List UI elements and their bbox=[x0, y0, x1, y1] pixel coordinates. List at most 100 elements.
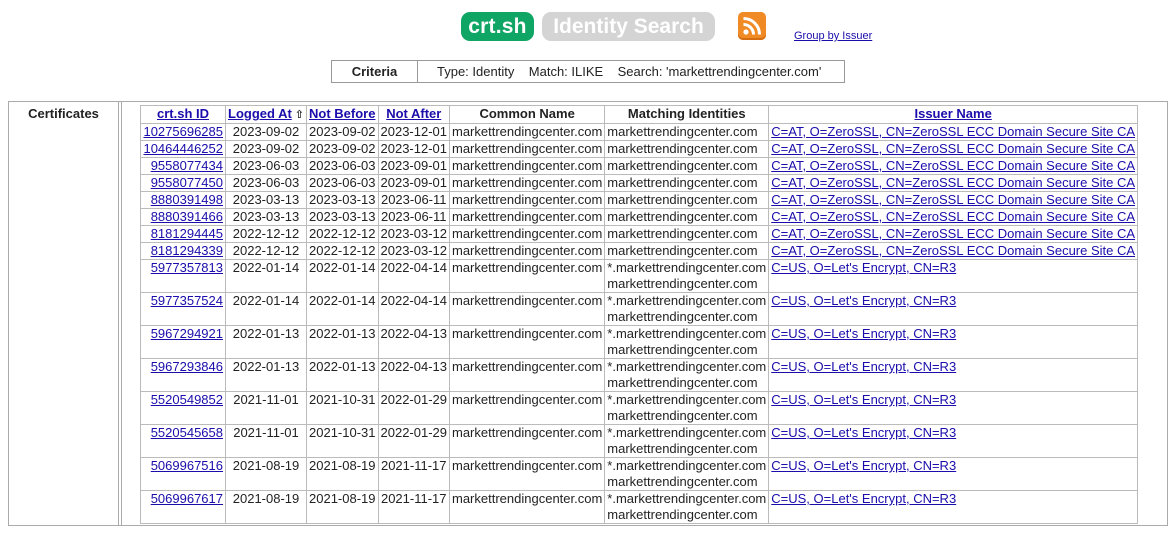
sort-by-id-link[interactable]: crt.sh ID bbox=[157, 106, 209, 121]
not-before-cell: 2022-12-12 bbox=[306, 242, 379, 260]
matching-identity: *.markettrendingcenter.com bbox=[607, 293, 767, 308]
rss-feed-icon[interactable] bbox=[738, 12, 766, 40]
cert-id-link[interactable]: 8181294445 bbox=[151, 226, 223, 241]
cert-id-link[interactable]: 10275696285 bbox=[143, 124, 223, 139]
not-before-cell: 2021-08-19 bbox=[306, 457, 379, 491]
column-header-not-after[interactable]: Not After bbox=[377, 105, 450, 124]
logged-at-cell: 2023-06-03 bbox=[225, 174, 307, 192]
matching-identities-cell: markettrendingcenter.com bbox=[604, 225, 770, 243]
matching-identity: markettrendingcenter.com bbox=[607, 158, 758, 173]
cert-id-link[interactable]: 8880391466 bbox=[151, 209, 223, 224]
issuer-link[interactable]: C=AT, O=ZeroSSL, CN=ZeroSSL ECC Domain S… bbox=[771, 226, 1135, 241]
common-name-cell: markettrendingcenter.com bbox=[448, 174, 606, 192]
cert-id-link[interactable]: 5520549852 bbox=[151, 392, 223, 407]
crtsh-logo[interactable]: crt.sh bbox=[461, 12, 534, 41]
column-header-issuer-name[interactable]: Issuer Name bbox=[768, 105, 1139, 124]
not-before-cell: 2021-10-31 bbox=[306, 391, 379, 425]
not-after-cell: 2022-04-13 bbox=[377, 325, 450, 359]
issuer-name-cell: C=AT, O=ZeroSSL, CN=ZeroSSL ECC Domain S… bbox=[768, 157, 1139, 175]
cert-id-link[interactable]: 10464446252 bbox=[143, 141, 223, 156]
issuer-name-cell: C=AT, O=ZeroSSL, CN=ZeroSSL ECC Domain S… bbox=[768, 191, 1139, 209]
cert-id-cell: 9558077450 bbox=[140, 174, 226, 192]
matching-identities-cell: *.markettrendingcenter.com markettrending… bbox=[604, 358, 770, 392]
table-row: 8181294339 2022-12-12 2022-12-12 2023-03-12… bbox=[140, 242, 1139, 260]
sort-by-logged-at-link[interactable]: Logged At bbox=[228, 106, 292, 121]
not-after-cell: 2023-03-12 bbox=[377, 242, 450, 260]
logged-at-cell: 2023-09-02 bbox=[225, 123, 307, 141]
issuer-link[interactable]: C=AT, O=ZeroSSL, CN=ZeroSSL ECC Domain S… bbox=[771, 243, 1135, 258]
table-row: 9558077450 2023-06-03 2023-06-03 2023-09-01… bbox=[140, 174, 1139, 192]
cert-id-link[interactable]: 5977357524 bbox=[151, 293, 223, 308]
table-row: 5977357524 2022-01-14 2022-01-14 2022-04-14… bbox=[140, 292, 1139, 326]
not-before-cell: 2023-09-02 bbox=[306, 123, 379, 141]
common-name-cell: markettrendingcenter.com bbox=[448, 191, 606, 209]
column-header-not-before[interactable]: Not Before bbox=[306, 105, 379, 124]
common-name-cell: markettrendingcenter.com bbox=[448, 391, 606, 425]
cert-id-cell: 5977357813 bbox=[140, 259, 226, 293]
issuer-link[interactable]: C=US, O=Let's Encrypt, CN=R3 bbox=[771, 392, 956, 407]
cert-id-cell: 5069967617 bbox=[140, 490, 226, 524]
certificates-table: crt.sh ID Logged At ⇧ Not Before Not Afte… bbox=[140, 105, 1139, 524]
issuer-name-cell: C=AT, O=ZeroSSL, CN=ZeroSSL ECC Domain S… bbox=[768, 140, 1139, 158]
cert-id-link[interactable]: 5520545658 bbox=[151, 425, 223, 440]
cert-id-link[interactable]: 9558077434 bbox=[151, 158, 223, 173]
issuer-link[interactable]: C=US, O=Let's Encrypt, CN=R3 bbox=[771, 359, 956, 374]
issuer-link[interactable]: C=US, O=Let's Encrypt, CN=R3 bbox=[771, 425, 956, 440]
table-row: 5967293846 2022-01-13 2022-01-13 2022-04-13… bbox=[140, 358, 1139, 392]
matching-identity: markettrendingcenter.com bbox=[607, 124, 758, 139]
matching-identity: markettrendingcenter.com bbox=[607, 408, 758, 423]
cert-id-link[interactable]: 5069967617 bbox=[151, 491, 223, 506]
matching-identity: markettrendingcenter.com bbox=[607, 276, 758, 291]
issuer-name-cell: C=AT, O=ZeroSSL, CN=ZeroSSL ECC Domain S… bbox=[768, 123, 1139, 141]
not-after-cell: 2022-04-14 bbox=[377, 292, 450, 326]
issuer-link[interactable]: C=AT, O=ZeroSSL, CN=ZeroSSL ECC Domain S… bbox=[771, 158, 1135, 173]
common-name-cell: markettrendingcenter.com bbox=[448, 123, 606, 141]
issuer-link[interactable]: C=AT, O=ZeroSSL, CN=ZeroSSL ECC Domain S… bbox=[771, 192, 1135, 207]
cert-id-link[interactable]: 8880391498 bbox=[151, 192, 223, 207]
issuer-link[interactable]: C=AT, O=ZeroSSL, CN=ZeroSSL ECC Domain S… bbox=[771, 124, 1135, 139]
matching-identities-cell: *.markettrendingcenter.com markettrending… bbox=[604, 259, 770, 293]
criteria-label: Criteria bbox=[332, 61, 418, 82]
column-header-logged-at[interactable]: Logged At ⇧ bbox=[225, 105, 307, 124]
matching-identity: markettrendingcenter.com bbox=[607, 209, 758, 224]
table-row: 5967294921 2022-01-13 2022-01-13 2022-04-13… bbox=[140, 325, 1139, 359]
issuer-link[interactable]: C=US, O=Let's Encrypt, CN=R3 bbox=[771, 458, 956, 473]
not-after-cell: 2023-12-01 bbox=[377, 140, 450, 158]
table-row: 10275696285 2023-09-02 2023-09-02 2023-12-0… bbox=[140, 123, 1139, 141]
not-after-cell: 2023-09-01 bbox=[377, 174, 450, 192]
matching-identity: markettrendingcenter.com bbox=[607, 309, 758, 324]
cert-id-cell: 8880391498 bbox=[140, 191, 226, 209]
cert-id-cell: 5967293846 bbox=[140, 358, 226, 392]
cert-id-link[interactable]: 5977357813 bbox=[151, 260, 223, 275]
issuer-link[interactable]: C=AT, O=ZeroSSL, CN=ZeroSSL ECC Domain S… bbox=[771, 175, 1135, 190]
cert-id-link[interactable]: 5967294921 bbox=[151, 326, 223, 341]
issuer-link[interactable]: C=US, O=Let's Encrypt, CN=R3 bbox=[771, 326, 956, 341]
matching-identities-cell: *.markettrendingcenter.com markettrending… bbox=[604, 325, 770, 359]
sort-by-not-after-link[interactable]: Not After bbox=[386, 106, 441, 121]
criteria-text: Type: Identity Match: ILIKE Search: 'mar… bbox=[437, 64, 822, 79]
issuer-link[interactable]: C=US, O=Let's Encrypt, CN=R3 bbox=[771, 293, 956, 308]
column-header-id[interactable]: crt.sh ID bbox=[140, 105, 226, 124]
logged-at-cell: 2021-08-19 bbox=[225, 457, 307, 491]
not-after-cell: 2023-03-12 bbox=[377, 225, 450, 243]
cert-id-link[interactable]: 9558077450 bbox=[151, 175, 223, 190]
cert-id-link[interactable]: 5967293846 bbox=[151, 359, 223, 374]
common-name-cell: markettrendingcenter.com bbox=[448, 140, 606, 158]
logged-at-cell: 2023-03-13 bbox=[225, 208, 307, 226]
issuer-link[interactable]: C=US, O=Let's Encrypt, CN=R3 bbox=[771, 491, 956, 506]
matching-identity: markettrendingcenter.com bbox=[607, 441, 758, 456]
issuer-link[interactable]: C=AT, O=ZeroSSL, CN=ZeroSSL ECC Domain S… bbox=[771, 141, 1135, 156]
group-by-issuer-link[interactable]: Group by Issuer bbox=[794, 30, 872, 42]
criteria-box: Criteria Type: Identity Match: ILIKE Sea… bbox=[331, 60, 845, 83]
cert-id-link[interactable]: 5069967516 bbox=[151, 458, 223, 473]
issuer-link[interactable]: C=AT, O=ZeroSSL, CN=ZeroSSL ECC Domain S… bbox=[771, 209, 1135, 224]
cert-id-link[interactable]: 8181294339 bbox=[151, 243, 223, 258]
common-name-cell: markettrendingcenter.com bbox=[448, 242, 606, 260]
sort-by-not-before-link[interactable]: Not Before bbox=[309, 106, 375, 121]
issuer-name-cell: C=US, O=Let's Encrypt, CN=R3 bbox=[768, 259, 1139, 293]
sort-by-issuer-link[interactable]: Issuer Name bbox=[914, 106, 991, 121]
common-name-cell: markettrendingcenter.com bbox=[448, 259, 606, 293]
matching-identities-cell: markettrendingcenter.com bbox=[604, 174, 770, 192]
issuer-link[interactable]: C=US, O=Let's Encrypt, CN=R3 bbox=[771, 260, 956, 275]
logged-at-cell: 2021-11-01 bbox=[225, 391, 307, 425]
